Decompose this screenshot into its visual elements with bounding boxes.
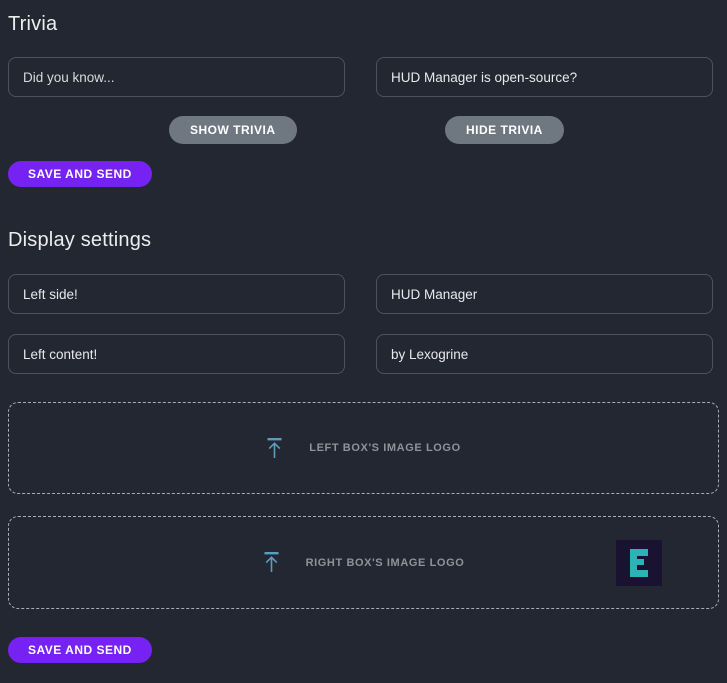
show-trivia-button[interactable]: SHOW TRIVIA <box>169 116 297 144</box>
right-content-input[interactable] <box>376 334 713 374</box>
trivia-save-and-send-button[interactable]: SAVE AND SEND <box>8 161 152 187</box>
display-settings-section-title: Display settings <box>8 228 727 252</box>
display-save-and-send-button[interactable]: SAVE AND SEND <box>8 637 152 663</box>
right-box-upload-label: RIGHT BOX'S IMAGE LOGO <box>306 557 465 569</box>
trivia-buttons-row: SHOW TRIVIA HIDE TRIVIA <box>0 116 727 144</box>
trivia-answer-input[interactable] <box>376 57 713 97</box>
left-content-input[interactable] <box>8 334 345 374</box>
right-side-title-input[interactable] <box>376 274 713 314</box>
upload-icon <box>266 438 283 459</box>
left-box-logo-upload-dropzone[interactable]: LEFT BOX'S IMAGE LOGO <box>8 402 719 494</box>
trivia-section-title: Trivia <box>8 12 727 36</box>
uploaded-logo-preview-image <box>616 540 662 586</box>
trivia-inputs-row <box>0 57 727 97</box>
hide-trivia-button[interactable]: HIDE TRIVIA <box>445 116 564 144</box>
trivia-question-input[interactable] <box>8 57 345 97</box>
left-box-upload-label: LEFT BOX'S IMAGE LOGO <box>309 442 461 454</box>
left-side-title-input[interactable] <box>8 274 345 314</box>
upload-inner: LEFT BOX'S IMAGE LOGO <box>266 438 461 459</box>
upload-inner: RIGHT BOX'S IMAGE LOGO <box>263 552 465 573</box>
display-title-inputs-row <box>0 274 727 314</box>
right-box-logo-upload-dropzone[interactable]: RIGHT BOX'S IMAGE LOGO <box>8 516 719 609</box>
display-content-inputs-row <box>0 334 727 374</box>
upload-icon <box>263 552 280 573</box>
